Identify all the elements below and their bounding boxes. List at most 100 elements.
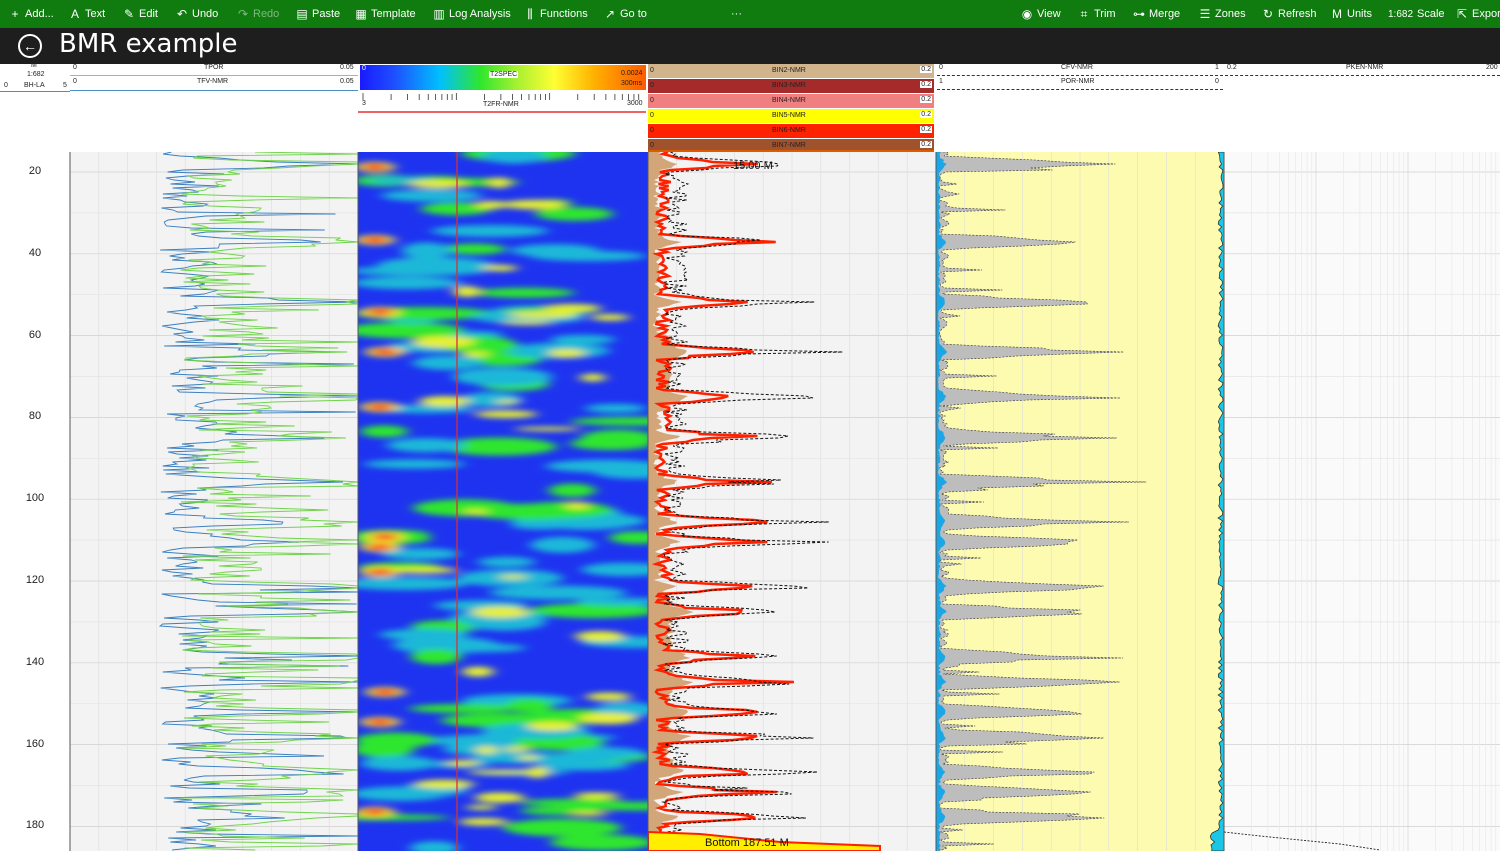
add-button[interactable]: + Add...: [9, 0, 54, 28]
edit-button[interactable]: ✎ Edit: [123, 0, 158, 28]
t2spec-unit: 300ms: [621, 80, 643, 87]
t2spec-max: 0.0024: [621, 70, 643, 77]
bin-max: 0.2: [920, 111, 932, 118]
toolbar-label: Units: [1347, 8, 1373, 20]
toolbar-label: Text: [85, 8, 106, 20]
refresh-icon: ↻: [1262, 7, 1274, 21]
depth-tick-label: 60: [28, 328, 42, 341]
redo-button[interactable]: ↷ Redo: [237, 0, 279, 28]
pken-line: [1225, 75, 1500, 76]
toolbar-label: Merge: [1149, 8, 1181, 20]
refresh-button[interactable]: ↻ Refresh: [1262, 0, 1317, 28]
bin-min: 0: [650, 127, 654, 134]
tfv-min: 0: [73, 78, 77, 85]
paste-icon: ▤: [296, 7, 308, 21]
toolbar-label: Log Analysis: [449, 8, 511, 20]
arrow-left-icon: ←: [23, 38, 37, 54]
track-header: M 1:682 0 BH-LA 5 0 TPOR 0.05 0 TFV-NMR …: [0, 62, 1500, 153]
paste-button[interactable]: ▤ Paste: [296, 0, 340, 28]
tfv-line: [70, 90, 358, 91]
text-button[interactable]: A Text: [69, 0, 105, 28]
bin-header-row: 0 BIN3-NMR 0.2: [648, 79, 934, 93]
bin-min: 0: [650, 82, 654, 89]
t2spec-label: T2SPEC: [489, 71, 519, 78]
bh-curve-label: BH-LA: [24, 82, 45, 89]
bh-line: [0, 91, 70, 92]
pken-min: 0.2: [1227, 64, 1237, 71]
command-toolbar: + Add... A Text ✎ Edit ↶ Undo ↷ Redo ▤ Paste ▦ Templa…: [0, 0, 1500, 28]
bin-header-row: 0 BIN6-NMR 0.2: [648, 124, 934, 138]
page-title: BMR example: [59, 29, 238, 59]
toolbar-label: Add...: [25, 8, 54, 20]
bin-label: BIN4-NMR: [772, 97, 806, 104]
bin-min: 0: [650, 97, 654, 104]
tpor-line: [70, 75, 358, 76]
top-depth-annotation: 15.00 M: [733, 160, 773, 172]
por-label: POR-NMR: [1061, 78, 1095, 85]
merge-icon: ⊶: [1133, 7, 1145, 21]
depth-tick-label: 180: [25, 819, 45, 832]
t2spec-min: 0: [362, 65, 366, 72]
view-button[interactable]: ◉ View: [1021, 0, 1061, 28]
undo-button[interactable]: ↶ Undo: [176, 0, 218, 28]
cfv-label: CFV-NMR: [1061, 64, 1093, 71]
zones-icon: ☰: [1199, 7, 1211, 21]
trim-button[interactable]: ⌗ Trim: [1078, 0, 1116, 28]
bin-header-row: 0 BIN2-NMR 0.2: [648, 64, 934, 78]
bin-max: 0.2: [920, 126, 932, 133]
depth-tick-label: 80: [28, 410, 42, 423]
toolbar-label: Zones: [1215, 8, 1246, 20]
por-min: 1: [939, 78, 943, 85]
functions-button[interactable]: ⫼ Functions: [524, 0, 588, 28]
toolbar-label: Go to: [620, 8, 647, 20]
pken-max: 200: [1486, 64, 1498, 71]
por-line: [937, 89, 1223, 90]
bin-max: 0.2: [920, 81, 932, 88]
depth-unit-label: M: [31, 62, 37, 69]
cfv-max: 1: [1215, 64, 1219, 71]
eye-icon: ◉: [1021, 7, 1033, 21]
bin-label: BIN6-NMR: [772, 127, 806, 134]
template-button[interactable]: ▦ Template: [355, 0, 415, 28]
merge-button[interactable]: ⊶ Merge: [1133, 0, 1180, 28]
scale-button[interactable]: 1:682 Scale: [1388, 0, 1445, 28]
bin-label: BIN7-NMR: [772, 142, 806, 149]
more-icon: ···: [731, 8, 742, 20]
scale-label: 1:682: [27, 71, 45, 78]
tpor-min: 0: [73, 64, 77, 71]
units-button[interactable]: M Units: [1331, 0, 1372, 28]
log-analysis-icon: ▥: [433, 7, 445, 21]
depth-tick-label: 140: [25, 655, 45, 668]
back-button[interactable]: ←: [18, 34, 42, 58]
bin-max: 0.2: [920, 141, 932, 148]
go-to-button[interactable]: ↗ Go to: [604, 0, 647, 28]
toolbar-label: View: [1037, 8, 1061, 20]
depth-tick-label: 160: [25, 737, 45, 750]
bin-max: 0.2: [920, 96, 932, 103]
t2fr-max: 3000: [627, 100, 643, 107]
template-icon: ▦: [355, 7, 367, 21]
log-analysis-button[interactable]: ▥ Log Analysis: [433, 0, 511, 28]
redo-icon: ↷: [237, 7, 249, 21]
plus-icon: +: [11, 7, 19, 21]
trim-icon: ⌗: [1080, 6, 1088, 21]
log-plot-area[interactable]: 15.00 M Bottom 187.51 M 20 40 60 80 100 120 14…: [0, 152, 1500, 851]
units-icon: M: [1332, 7, 1342, 21]
t2fr-label: T2FR-NMR: [483, 101, 519, 108]
more-options-button[interactable]: ···: [731, 0, 742, 28]
toolbar-label: Functions: [540, 8, 588, 20]
bin-label: BIN3-NMR: [772, 82, 806, 89]
bottom-depth-annotation: Bottom 187.51 M: [705, 837, 789, 849]
bin-min: 0: [650, 67, 654, 74]
toolbar-label: Trim: [1094, 8, 1116, 20]
text-icon: A: [70, 7, 79, 21]
toolbar-label: Expor: [1472, 8, 1500, 20]
toolbar-label: Scale: [1417, 8, 1445, 20]
goto-icon: ↗: [604, 7, 616, 21]
expor-button[interactable]: ⇱ Expor: [1456, 0, 1500, 28]
bin-header-row: 0 BIN4-NMR 0.2: [648, 94, 934, 108]
depth-tick-label: 40: [28, 246, 42, 259]
cfv-line: [937, 75, 1223, 76]
toolbar-label: Edit: [139, 8, 158, 20]
zones-button[interactable]: ☰ Zones: [1199, 0, 1246, 28]
